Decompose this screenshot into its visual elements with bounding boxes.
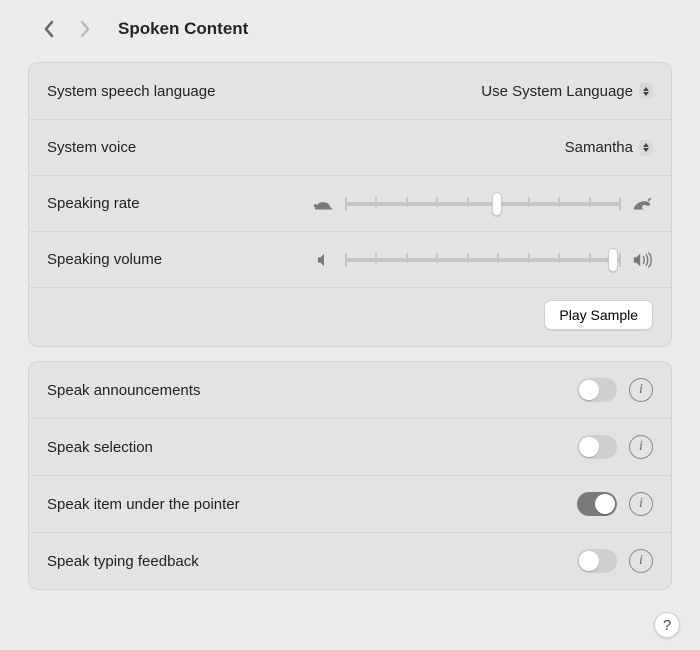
chevron-right-icon xyxy=(78,20,92,38)
row-system-voice: System voice Samantha xyxy=(29,119,671,175)
row-label: Speak announcements xyxy=(47,382,200,399)
info-icon: i xyxy=(639,382,643,398)
row-system-speech-language: System speech language Use System Langua… xyxy=(29,63,671,119)
speaking-rate-slider[interactable] xyxy=(345,195,621,213)
row-label: System speech language xyxy=(47,83,215,100)
slider-thumb[interactable] xyxy=(608,248,618,272)
row-label: Speak typing feedback xyxy=(47,553,199,570)
row-label: Speaking rate xyxy=(47,195,140,212)
slider-thumb[interactable] xyxy=(492,192,502,216)
row-label: System voice xyxy=(47,139,136,156)
row-label: Speak item under the pointer xyxy=(47,496,240,513)
row-label: Speaking volume xyxy=(47,251,162,268)
updown-stepper-icon xyxy=(639,140,653,156)
row-speak-option: Speak typing feedback i xyxy=(29,532,671,589)
speaking-volume-slider[interactable] xyxy=(345,251,621,269)
row-speaking-volume: Speaking volume xyxy=(29,231,671,287)
info-button[interactable]: i xyxy=(629,492,653,516)
toggle-switch[interactable] xyxy=(577,549,617,573)
toggle-switch[interactable] xyxy=(577,435,617,459)
nav-back-button[interactable] xyxy=(40,18,58,40)
system-voice-popup[interactable]: Samantha xyxy=(565,139,653,156)
row-speak-option: Speak item under the pointer i xyxy=(29,475,671,532)
info-icon: i xyxy=(639,496,643,512)
row-speak-option: Speak selection i xyxy=(29,418,671,475)
question-mark-icon: ? xyxy=(663,617,671,634)
row-label: Speak selection xyxy=(47,439,153,456)
volume-high-icon xyxy=(631,251,653,269)
volume-low-icon xyxy=(313,251,335,269)
info-button[interactable]: i xyxy=(629,435,653,459)
speak-options-card: Speak announcements i Speak selection i … xyxy=(28,361,672,590)
system-speech-language-popup[interactable]: Use System Language xyxy=(481,83,653,100)
toggle-switch[interactable] xyxy=(577,492,617,516)
help-button[interactable]: ? xyxy=(654,612,680,638)
hare-icon xyxy=(631,195,653,213)
info-icon: i xyxy=(639,439,643,455)
header-bar: Spoken Content xyxy=(0,0,700,48)
nav-forward-button[interactable] xyxy=(76,18,94,40)
page-title: Spoken Content xyxy=(118,19,248,39)
speech-settings-card: System speech language Use System Langua… xyxy=(28,62,672,347)
chevron-left-icon xyxy=(42,20,56,38)
row-play-sample: Play Sample xyxy=(29,287,671,346)
info-button[interactable]: i xyxy=(629,549,653,573)
tortoise-icon xyxy=(313,195,335,213)
row-speak-option: Speak announcements i xyxy=(29,362,671,418)
updown-stepper-icon xyxy=(639,83,653,99)
popup-value: Use System Language xyxy=(481,83,633,100)
speaking-rate-slider-wrap xyxy=(313,195,653,213)
info-button[interactable]: i xyxy=(629,378,653,402)
toggle-switch[interactable] xyxy=(577,378,617,402)
info-icon: i xyxy=(639,553,643,569)
popup-value: Samantha xyxy=(565,139,633,156)
row-speaking-rate: Speaking rate xyxy=(29,175,671,231)
speaking-volume-slider-wrap xyxy=(313,251,653,269)
play-sample-button[interactable]: Play Sample xyxy=(544,300,653,330)
